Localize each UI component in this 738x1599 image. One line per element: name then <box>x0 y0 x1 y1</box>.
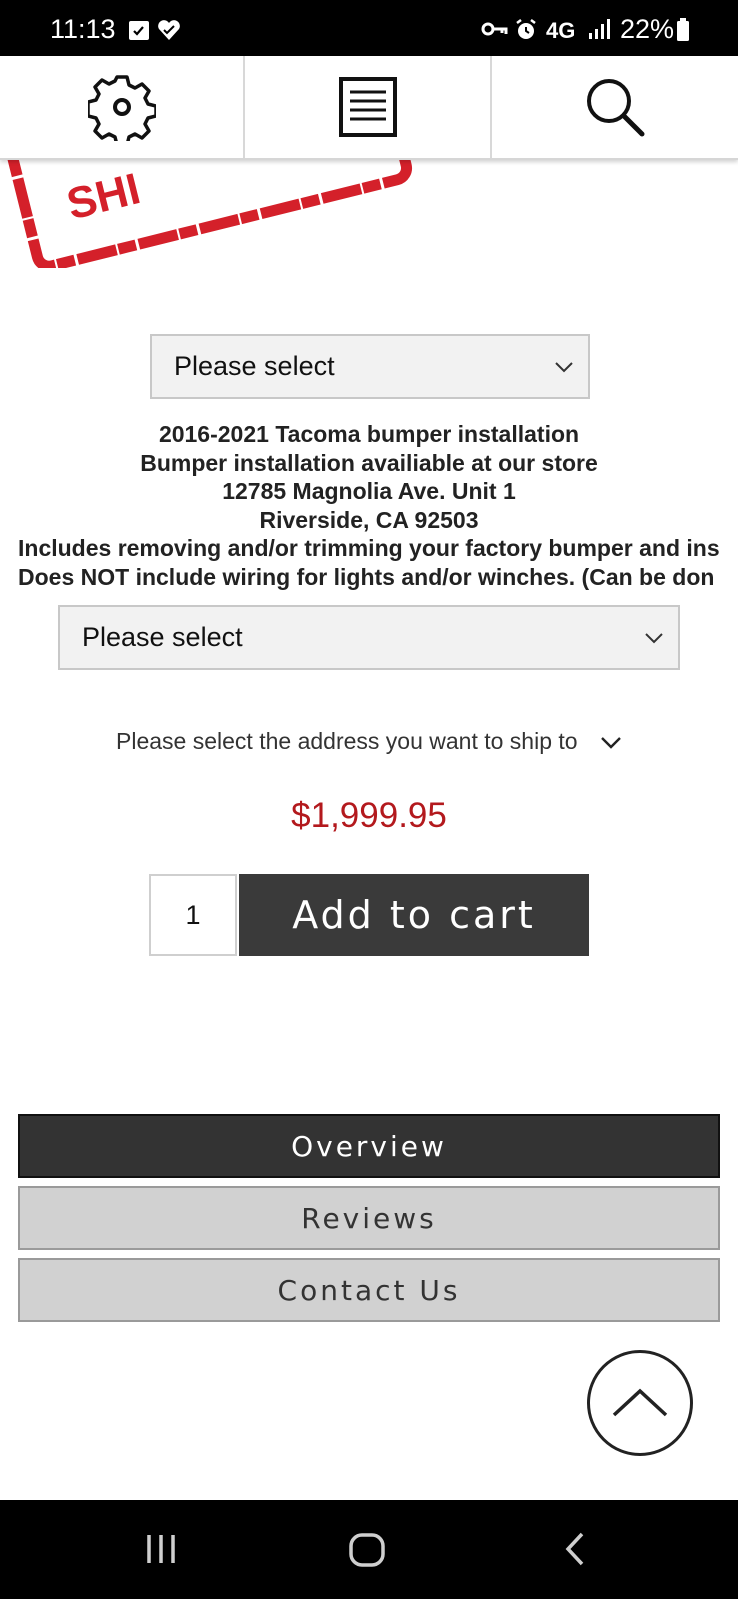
installation-select[interactable]: Please select <box>58 605 680 670</box>
back-icon[interactable] <box>562 1530 588 1568</box>
quantity-input[interactable]: 1 <box>149 874 237 956</box>
gear-icon <box>87 75 156 141</box>
installation-select-value: Please select <box>82 622 243 652</box>
home-icon[interactable] <box>348 1532 386 1568</box>
settings-button[interactable] <box>0 56 243 158</box>
add-to-cart-button[interactable]: Add to cart <box>239 874 589 956</box>
scroll-to-top-button[interactable] <box>587 1350 693 1456</box>
shipping-stamp-image: SHI <box>0 158 738 268</box>
description-line: 2016-2021 Tacoma bumper installation <box>158 421 580 447</box>
product-price: $1,999.95 <box>291 796 447 835</box>
description-line: Includes removing and/or trimming your f… <box>18 535 720 561</box>
ship-address-dropdown[interactable]: Please select the address you want to sh… <box>0 728 738 755</box>
chevron-up-icon <box>612 1388 668 1417</box>
option-select-value: Please select <box>174 351 335 381</box>
description-line: Riverside, CA 92503 <box>259 506 479 533</box>
search-icon <box>587 79 645 137</box>
menu-button[interactable] <box>245 56 490 158</box>
vpn-key-icon <box>481 22 508 36</box>
tab-reviews[interactable]: Reviews <box>18 1186 720 1250</box>
notification-heart-icon <box>158 20 180 40</box>
stamp-graphic: SHI <box>0 158 413 268</box>
top-nav <box>0 56 738 160</box>
chevron-down-icon <box>645 632 663 643</box>
status-bar: 11:13 4G 22% <box>0 0 738 56</box>
battery-percent: 22% <box>620 14 675 44</box>
description-line: Does NOT include wiring for lights and/o… <box>18 563 715 590</box>
installation-description: 2016-2021 Tacoma bumper installation Bum… <box>0 420 738 591</box>
description-line: 12785 Magnolia Ave. Unit 1 <box>222 478 516 504</box>
tab-overview[interactable]: Overview <box>18 1114 720 1178</box>
tab-contact-us[interactable]: Contact Us <box>18 1258 720 1322</box>
calendar-icon <box>129 21 149 40</box>
description-line: Bumper installation availiable at our st… <box>140 449 598 476</box>
network-type: 4G <box>546 18 576 43</box>
search-button[interactable] <box>492 56 738 158</box>
ship-address-label: Please select the address you want to sh… <box>116 728 578 754</box>
recent-apps-icon[interactable] <box>144 1532 178 1566</box>
chevron-down-icon <box>555 361 573 372</box>
option-select[interactable]: Please select <box>150 334 590 399</box>
signal-icon <box>589 19 610 39</box>
stamp-text: SHI <box>62 164 145 229</box>
system-nav-bar <box>0 1500 738 1599</box>
alarm-icon <box>516 19 536 39</box>
document-list-icon <box>338 77 397 137</box>
chevron-down-icon <box>601 737 621 749</box>
battery-icon <box>677 18 689 41</box>
status-time: 11:13 <box>50 14 116 44</box>
